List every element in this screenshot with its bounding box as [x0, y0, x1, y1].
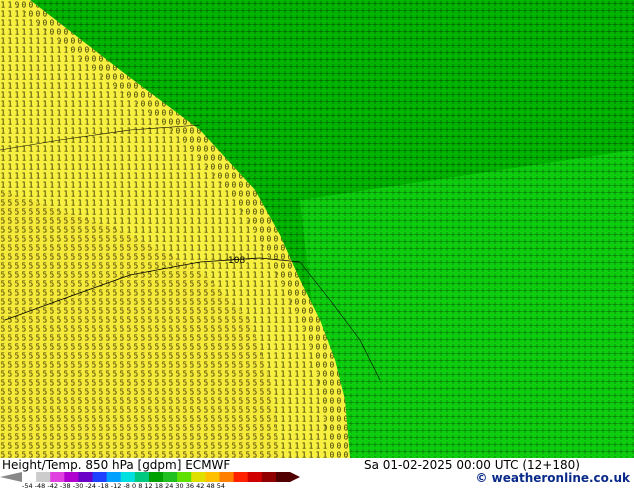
- scale-cell: [64, 472, 79, 482]
- scale-cell: [22, 472, 37, 482]
- scale-cell: [50, 472, 65, 482]
- scale-cell: [163, 472, 178, 482]
- scale-cell: [120, 472, 136, 482]
- weather-map: 1 0 5 108: [0, 0, 634, 458]
- scale-cell: [78, 472, 94, 482]
- map-datetime: Sa 01-02-2025 00:00 UTC (12+180): [364, 458, 580, 472]
- color-scale-ticks: -54 -48 -42 -38 -30 -24 -18 -12 -8 0 8 1…: [22, 482, 226, 490]
- scale-cell: [36, 472, 51, 482]
- scale-cell: [261, 472, 277, 482]
- footer: Height/Temp. 850 hPa [gdpm] ECMWF Sa 01-…: [0, 458, 634, 490]
- scale-cell: [205, 472, 220, 482]
- scale-cell: [247, 472, 263, 482]
- scale-cell: [177, 472, 192, 482]
- brand-link[interactable]: © weatheronline.co.uk: [475, 471, 630, 485]
- scale-cell: [134, 472, 150, 482]
- color-scale-bar: [0, 472, 300, 482]
- scale-cell: [275, 472, 291, 482]
- map-title: Height/Temp. 850 hPa [gdpm] ECMWF: [2, 458, 231, 472]
- scale-cell: [191, 472, 206, 482]
- scale-cell: [148, 472, 164, 482]
- contour-label: 108: [228, 256, 245, 266]
- scale-cell: [233, 472, 249, 482]
- scale-cell: [106, 472, 122, 482]
- scale-cell: [219, 472, 235, 482]
- scale-cell: [92, 472, 108, 482]
